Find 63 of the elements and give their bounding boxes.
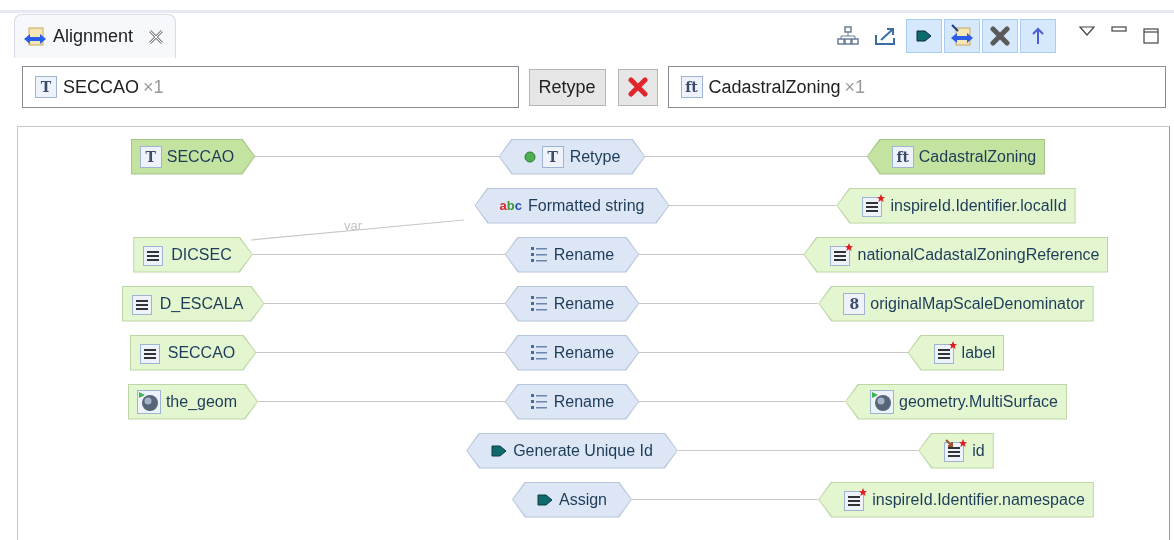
count-label: ×1 — [844, 75, 866, 99]
function-node[interactable]: Generate Unique Id — [466, 432, 678, 469]
type-icon: ft — [680, 76, 703, 98]
toolbar-button[interactable] — [982, 19, 1018, 53]
arrow-icon — [537, 492, 553, 507]
type-icon: T — [139, 145, 162, 168]
connector-label: var — [344, 219, 363, 232]
up-arrow-icon — [1030, 26, 1046, 46]
target-node[interactable]: nationalCadastalZoningReference — [803, 236, 1109, 273]
export-icon — [874, 26, 898, 46]
close-icon[interactable] — [147, 27, 166, 46]
count-label: ×1 — [143, 75, 164, 99]
type-icon: T — [541, 145, 564, 168]
source-node[interactable]: the_geom — [127, 383, 259, 420]
arrow-icon — [491, 443, 508, 458]
list-icon — [529, 245, 548, 264]
function-node[interactable]: Rename — [504, 236, 640, 273]
toolbar-button[interactable] — [1020, 19, 1056, 53]
source-node[interactable]: T SECCAO — [130, 138, 256, 175]
delete-icon — [627, 77, 648, 97]
alignment-icon — [23, 25, 47, 48]
status-dot-icon — [523, 150, 536, 163]
type-icon: 8 — [843, 292, 866, 315]
list-icon — [529, 343, 548, 362]
target-type-name: CadastralZoning — [708, 75, 841, 99]
source-type-name: SECCAO — [63, 75, 140, 99]
function-node[interactable]: Rename — [504, 383, 640, 420]
toolbar-button[interactable] — [906, 19, 942, 53]
target-node[interactable]: inspireId.Identifier.namespace — [818, 481, 1094, 518]
source-type-field[interactable]: T SECCAO ×1 — [22, 66, 519, 108]
alignment-icon — [949, 24, 975, 48]
source-node[interactable]: SECCAO — [129, 334, 257, 371]
function-node[interactable]: Rename — [504, 334, 640, 371]
target-node[interactable]: label — [907, 334, 1005, 371]
delete-icon — [990, 26, 1010, 46]
function-node[interactable]: T Retype — [498, 138, 646, 175]
text-type-icon: abc — [499, 199, 522, 212]
target-node[interactable]: 8 originalMapScaleDenominator — [818, 285, 1094, 322]
target-type-field[interactable]: ft CadastralZoning ×1 — [667, 66, 1166, 108]
geometry-icon — [136, 389, 161, 414]
hierarchy-icon — [837, 26, 859, 46]
function-node[interactable]: abc Formatted string — [474, 187, 670, 224]
type-icon: ft — [891, 145, 914, 168]
retype-button[interactable]: Retype — [528, 68, 606, 106]
arrow-icon — [915, 28, 933, 44]
source-node[interactable]: DICSEC — [133, 236, 253, 273]
toolbar-button[interactable] — [944, 19, 980, 53]
delete-button[interactable] — [617, 68, 658, 106]
list-icon — [529, 294, 548, 313]
maximize-icon[interactable] — [1142, 27, 1160, 45]
target-node[interactable]: ft CadastralZoning — [866, 138, 1046, 175]
target-node[interactable]: id — [918, 432, 994, 469]
list-icon — [529, 392, 548, 411]
target-node[interactable]: geometry.MultiSurface — [845, 383, 1067, 420]
type-icon: T — [35, 76, 57, 98]
function-node[interactable]: Assign — [512, 481, 632, 518]
alignment-tab[interactable]: Alignment — [14, 14, 177, 58]
required-attribute-icon — [828, 242, 853, 267]
source-node[interactable]: D_ESCALA — [121, 285, 265, 322]
function-node[interactable]: Rename — [504, 285, 640, 322]
target-node[interactable]: inspireId.Identifier.localId — [836, 187, 1076, 224]
required-attribute-icon — [932, 340, 957, 365]
geometry-icon — [870, 389, 895, 414]
